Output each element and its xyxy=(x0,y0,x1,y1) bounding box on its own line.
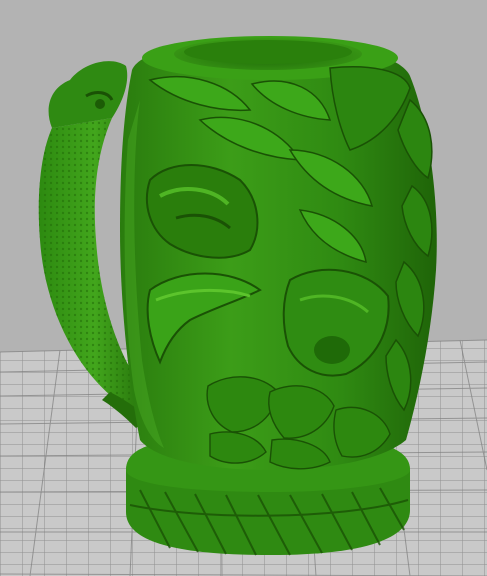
viewport-canvas[interactable] xyxy=(0,0,487,576)
tankard-body xyxy=(120,36,437,470)
3d-viewport[interactable] xyxy=(0,0,487,576)
